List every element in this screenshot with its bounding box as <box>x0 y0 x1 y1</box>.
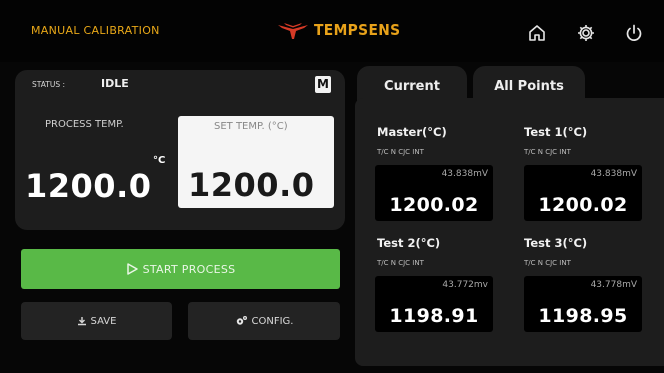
gear-icon[interactable] <box>575 22 597 44</box>
process-temp-unit: °C <box>153 155 166 166</box>
process-temp-label: PROCESS TEMP. <box>45 119 124 130</box>
page-title: MANUAL CALIBRATION <box>31 24 160 37</box>
channel-master-sensor: T/C N CJC INT <box>377 148 424 156</box>
status-label: STATUS : <box>32 80 66 89</box>
channel-test2-sensor: T/C N CJC INT <box>377 259 424 267</box>
power-icon[interactable] <box>623 22 645 44</box>
start-process-label: START PROCESS <box>142 262 236 276</box>
brand-logo: TEMPSENS <box>276 20 408 40</box>
status-panel: STATUS : IDLE M PROCESS TEMP. °C 1200.0 … <box>15 70 345 230</box>
play-icon <box>126 263 138 275</box>
home-icon[interactable] <box>526 22 548 44</box>
channel-test3-value: 1198.95 <box>538 305 628 327</box>
channel-test1-title: Test 1(°C) <box>524 125 588 139</box>
channel-test1-readout: 43.838mV 1200.02 <box>524 165 642 221</box>
channel-test1-value: 1200.02 <box>538 194 628 216</box>
channel-test1-mv: 43.838mV <box>590 169 637 179</box>
channel-test3-readout: 43.778mV 1198.95 <box>524 276 642 332</box>
save-button[interactable]: SAVE <box>21 302 172 340</box>
channel-test3-sensor: T/C N CJC INT <box>524 259 571 267</box>
channel-test2-readout: 43.772mv 1198.91 <box>375 276 493 332</box>
config-button[interactable]: CONFIG. <box>188 302 340 340</box>
save-label: SAVE <box>90 315 117 327</box>
channel-test3-title: Test 3(°C) <box>524 236 588 250</box>
channel-test2-mv: 43.772mv <box>442 280 488 290</box>
config-label: CONFIG. <box>251 315 294 327</box>
status-value: IDLE <box>101 77 129 90</box>
download-icon <box>77 317 86 326</box>
set-temp-value: 1200.0 <box>188 166 315 204</box>
channel-test1-sensor: T/C N CJC INT <box>524 148 571 156</box>
channel-master-mv: 43.838mV <box>441 169 488 179</box>
start-process-button[interactable]: START PROCESS <box>21 249 340 289</box>
gears-icon <box>236 316 247 325</box>
set-temp-field[interactable]: SET TEMP. (°C) 1200.0 <box>178 116 334 208</box>
channel-test2-title: Test 2(°C) <box>377 236 441 250</box>
channel-test3-mv: 43.778mV <box>590 280 637 290</box>
channel-master-value: 1200.02 <box>389 194 479 216</box>
channel-master-title: Master(°C) <box>377 125 447 139</box>
logo-text: TEMPSENS <box>314 21 401 39</box>
manual-mode-badge: M <box>315 76 331 93</box>
channel-test2-value: 1198.91 <box>389 305 479 327</box>
process-temp-value: 1200.0 <box>25 167 152 205</box>
logo-mark-icon <box>278 23 308 39</box>
top-bar: MANUAL CALIBRATION TEMPSENS <box>0 0 664 62</box>
set-temp-label: SET TEMP. (°C) <box>214 121 288 132</box>
channel-master-readout: 43.838mV 1200.02 <box>375 165 493 221</box>
